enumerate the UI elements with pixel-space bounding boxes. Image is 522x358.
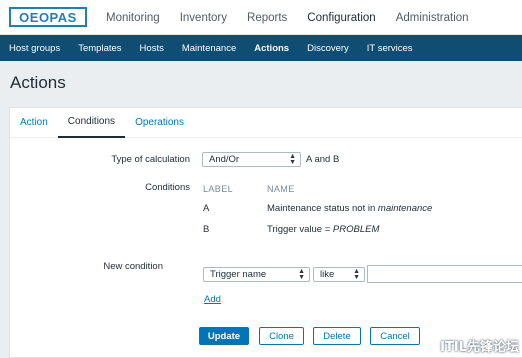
- tab-conditions[interactable]: Conditions: [57, 108, 126, 138]
- calc-type-label: Type of calculation: [111, 154, 190, 165]
- submenu-discovery[interactable]: Discovery: [298, 35, 358, 61]
- calc-expression: A and B: [306, 154, 340, 165]
- menu-monitoring[interactable]: Monitoring: [96, 0, 170, 35]
- submenu-maintenance[interactable]: Maintenance: [173, 35, 245, 61]
- menu-inventory[interactable]: Inventory: [170, 0, 237, 35]
- select-arrows-icon: ▲ ▼: [289, 153, 296, 166]
- new-condition-value-input[interactable]: [367, 265, 522, 283]
- top-header: OEOPAS Monitoring Inventory Reports Conf…: [0, 0, 522, 35]
- condition-name-a: Maintenance status not in maintenance: [267, 203, 433, 214]
- calc-type-value: And/Or: [209, 154, 240, 165]
- submenu-host-groups[interactable]: Host groups: [0, 35, 69, 61]
- page-title: Actions: [10, 73, 66, 92]
- cancel-button[interactable]: Cancel: [370, 327, 420, 345]
- action-form-card: Action Conditions Operations Type of cal…: [9, 107, 522, 358]
- watermark: ITIL先锋论坛: [440, 340, 519, 355]
- calc-type-select[interactable]: And/Or ▲ ▼: [202, 152, 301, 167]
- conditions-col-name: NAME: [267, 184, 295, 194]
- conditions-label: Conditions: [145, 182, 190, 193]
- form-tabs: Action Conditions Operations: [10, 108, 522, 138]
- submenu-it-services[interactable]: IT services: [358, 35, 422, 61]
- menu-administration[interactable]: Administration: [386, 0, 479, 35]
- clone-button[interactable]: Clone: [259, 327, 304, 345]
- app-logo[interactable]: OEOPAS: [9, 7, 87, 27]
- main-menu: Monitoring Inventory Reports Configurati…: [96, 0, 479, 35]
- update-button[interactable]: Update: [199, 327, 249, 345]
- tab-operations[interactable]: Operations: [125, 108, 194, 138]
- select-arrows-icon: ▲ ▼: [353, 268, 360, 281]
- submenu-actions[interactable]: Actions: [245, 35, 298, 61]
- tab-action[interactable]: Action: [10, 108, 58, 138]
- delete-button[interactable]: Delete: [313, 327, 361, 345]
- condition-label-b: B: [203, 224, 210, 235]
- add-condition-link[interactable]: Add: [204, 294, 221, 305]
- condition-name-b: Trigger value = PROBLEM: [267, 224, 380, 235]
- menu-configuration[interactable]: Configuration: [297, 0, 385, 35]
- menu-reports[interactable]: Reports: [237, 0, 297, 35]
- new-condition-operator-value: like: [320, 269, 335, 280]
- new-condition-type-value: Trigger name: [210, 269, 267, 280]
- new-condition-label: New condition: [103, 261, 163, 272]
- submenu-hosts[interactable]: Hosts: [131, 35, 173, 61]
- new-condition-operator-select[interactable]: like ▲ ▼: [313, 267, 365, 282]
- select-arrows-icon: ▲ ▼: [298, 268, 305, 281]
- new-condition-type-select[interactable]: Trigger name ▲ ▼: [203, 267, 310, 282]
- condition-label-a: A: [203, 203, 210, 214]
- submenu-templates[interactable]: Templates: [69, 35, 130, 61]
- conditions-col-label: LABEL: [203, 184, 234, 194]
- sub-menu: Host groups Templates Hosts Maintenance …: [0, 35, 522, 61]
